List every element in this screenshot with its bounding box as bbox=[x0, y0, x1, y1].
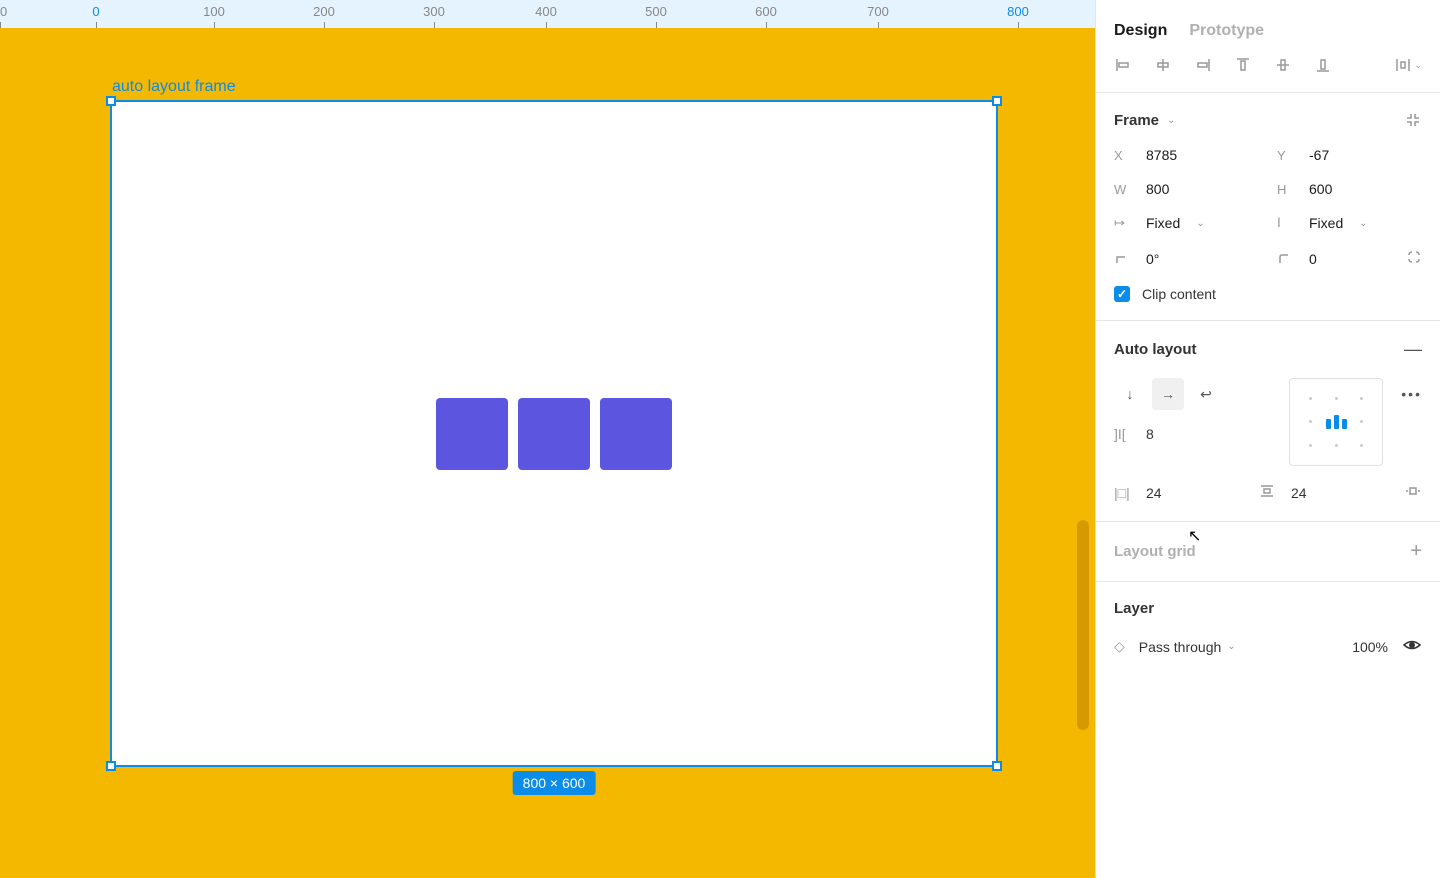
width-mode-select[interactable]: ↦Fixed⌄ bbox=[1114, 215, 1259, 231]
individual-corners-icon[interactable] bbox=[1406, 249, 1422, 268]
scrollbar-vertical[interactable] bbox=[1077, 520, 1089, 730]
v-padding-icon bbox=[1259, 483, 1277, 502]
ruler-tick: 200 bbox=[313, 4, 335, 19]
chevron-down-icon[interactable]: ⌄ bbox=[1167, 115, 1175, 126]
h-padding-icon: |□| bbox=[1114, 485, 1132, 501]
alignment-box[interactable] bbox=[1289, 378, 1383, 466]
opacity-field[interactable]: 100% bbox=[1352, 639, 1388, 655]
align-right-icon[interactable] bbox=[1194, 56, 1212, 74]
add-layout-grid-button[interactable]: + bbox=[1410, 540, 1422, 563]
direction-vertical-button[interactable]: ↓ bbox=[1114, 378, 1146, 410]
checkbox-checked-icon bbox=[1114, 286, 1130, 302]
layout-grid-title: Layout grid bbox=[1114, 543, 1196, 560]
resize-handle-bl[interactable] bbox=[106, 761, 116, 771]
ruler-horizontal: 000100200300400500600700800 bbox=[0, 0, 1095, 28]
x-field[interactable]: X8785 bbox=[1114, 147, 1259, 163]
tab-design[interactable]: Design bbox=[1114, 22, 1167, 40]
width-field[interactable]: W800 bbox=[1114, 181, 1259, 197]
ruler-tick: 600 bbox=[755, 4, 777, 19]
ruler-tick: 0 bbox=[92, 4, 99, 19]
child-square-2[interactable] bbox=[518, 398, 590, 470]
blend-mode-select[interactable]: Pass through⌄ bbox=[1139, 639, 1236, 655]
align-bottom-icon[interactable] bbox=[1314, 56, 1332, 74]
clip-content-checkbox[interactable]: Clip content bbox=[1114, 286, 1422, 302]
gap-field[interactable]: ]I[ 8 bbox=[1114, 426, 1271, 442]
ruler-tick: 00 bbox=[0, 4, 7, 19]
align-top-icon[interactable] bbox=[1234, 56, 1252, 74]
alignment-toolbar: ⌄ bbox=[1096, 56, 1440, 92]
resize-handle-tr[interactable] bbox=[992, 96, 1002, 106]
ruler-tick: 800 bbox=[1007, 4, 1029, 19]
frame-section-title: Frame bbox=[1114, 112, 1159, 129]
vertical-padding-field[interactable]: 24 bbox=[1259, 483, 1386, 502]
canvas[interactable]: 000100200300400500600700800 auto layout … bbox=[0, 0, 1095, 878]
ruler-tick: 700 bbox=[867, 4, 889, 19]
y-field[interactable]: Y-67 bbox=[1277, 147, 1422, 163]
individual-padding-icon[interactable] bbox=[1404, 482, 1422, 503]
ruler-tick: 500 bbox=[645, 4, 667, 19]
dimensions-badge: 800 × 600 bbox=[513, 771, 596, 795]
gap-icon: ]I[ bbox=[1114, 426, 1132, 442]
direction-wrap-button[interactable]: ↩ bbox=[1190, 378, 1222, 410]
selected-frame[interactable]: auto layout frame 800 × 600 bbox=[110, 100, 998, 767]
rotation-field[interactable]: 0° bbox=[1114, 249, 1259, 268]
properties-panel: Design Prototype ⌄ Frame ⌄ X8785 Y-67 W8… bbox=[1095, 0, 1440, 878]
distribute-icon[interactable] bbox=[1394, 56, 1412, 74]
remove-auto-layout-button[interactable]: — bbox=[1404, 339, 1422, 360]
resize-handle-tl[interactable] bbox=[106, 96, 116, 106]
child-square-3[interactable] bbox=[600, 398, 672, 470]
clip-content-label: Clip content bbox=[1142, 286, 1216, 302]
child-square-1[interactable] bbox=[436, 398, 508, 470]
direction-horizontal-button[interactable]: → bbox=[1152, 378, 1184, 410]
ruler-tick: 300 bbox=[423, 4, 445, 19]
resize-handle-br[interactable] bbox=[992, 761, 1002, 771]
auto-layout-more-icon[interactable]: ••• bbox=[1401, 386, 1422, 402]
align-left-icon[interactable] bbox=[1114, 56, 1132, 74]
align-h-center-icon[interactable] bbox=[1154, 56, 1172, 74]
height-field[interactable]: H600 bbox=[1277, 181, 1422, 197]
auto-layout-title: Auto layout bbox=[1114, 341, 1197, 358]
resize-to-fit-icon[interactable] bbox=[1404, 111, 1422, 129]
frame-name-label[interactable]: auto layout frame bbox=[112, 78, 236, 96]
visibility-toggle-icon[interactable] bbox=[1402, 635, 1422, 658]
ruler-tick: 400 bbox=[535, 4, 557, 19]
layer-section-title: Layer bbox=[1114, 600, 1154, 617]
alignment-center-indicator bbox=[1326, 415, 1347, 429]
blend-mode-icon: ◇ bbox=[1114, 638, 1125, 655]
tab-prototype[interactable]: Prototype bbox=[1189, 22, 1264, 40]
ruler-tick: 100 bbox=[203, 4, 225, 19]
horizontal-padding-field[interactable]: |□|24 bbox=[1114, 485, 1241, 501]
height-mode-select[interactable]: ⅠFixed⌄ bbox=[1277, 215, 1422, 231]
corner-radius-field[interactable]: 0 bbox=[1277, 249, 1422, 268]
align-v-center-icon[interactable] bbox=[1274, 56, 1292, 74]
